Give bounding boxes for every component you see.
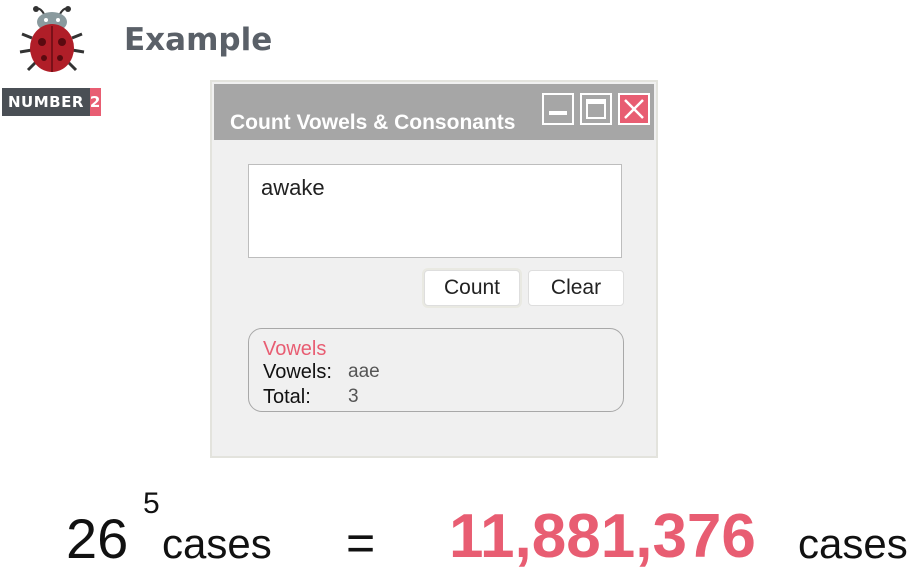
formula-unit-right: cases	[798, 520, 908, 567]
total-value: 3	[348, 386, 359, 407]
close-icon	[624, 99, 644, 119]
formula-unit-left: cases	[162, 520, 272, 567]
clear-button[interactable]: Clear	[528, 270, 624, 306]
maximize-button[interactable]	[580, 93, 612, 125]
badge-number: 2	[89, 88, 101, 116]
minimize-icon	[549, 111, 567, 115]
page-title: Example	[124, 22, 273, 58]
vowels-value: aae	[348, 361, 380, 382]
window-titlebar[interactable]: Count Vowels & Consonants	[214, 84, 654, 140]
minimize-button[interactable]	[542, 93, 574, 125]
formula-result: 11,881,376	[449, 502, 756, 571]
word-input[interactable]: awake	[248, 164, 622, 258]
window-title: Count Vowels & Consonants	[230, 111, 516, 134]
badge-word: NUMBER	[2, 88, 90, 116]
formula-equals: =	[346, 515, 376, 571]
count-button[interactable]: Count	[424, 270, 520, 306]
formula-exponent: 5	[143, 487, 160, 520]
vowels-result-group: Vowels Vowels: aae Total: 3	[248, 328, 624, 412]
app-window: Count Vowels & Consonants awake Count Cl…	[210, 80, 658, 458]
close-button[interactable]	[618, 93, 650, 125]
number-badge: NUMBER 2	[2, 88, 101, 116]
vowels-label: Vowels:	[263, 361, 332, 383]
formula-base: 26	[66, 507, 129, 570]
result-group-legend: Vowels	[263, 338, 327, 360]
total-label: Total:	[263, 386, 311, 408]
maximize-icon	[586, 99, 606, 119]
ladybug-logo-icon	[14, 4, 94, 76]
